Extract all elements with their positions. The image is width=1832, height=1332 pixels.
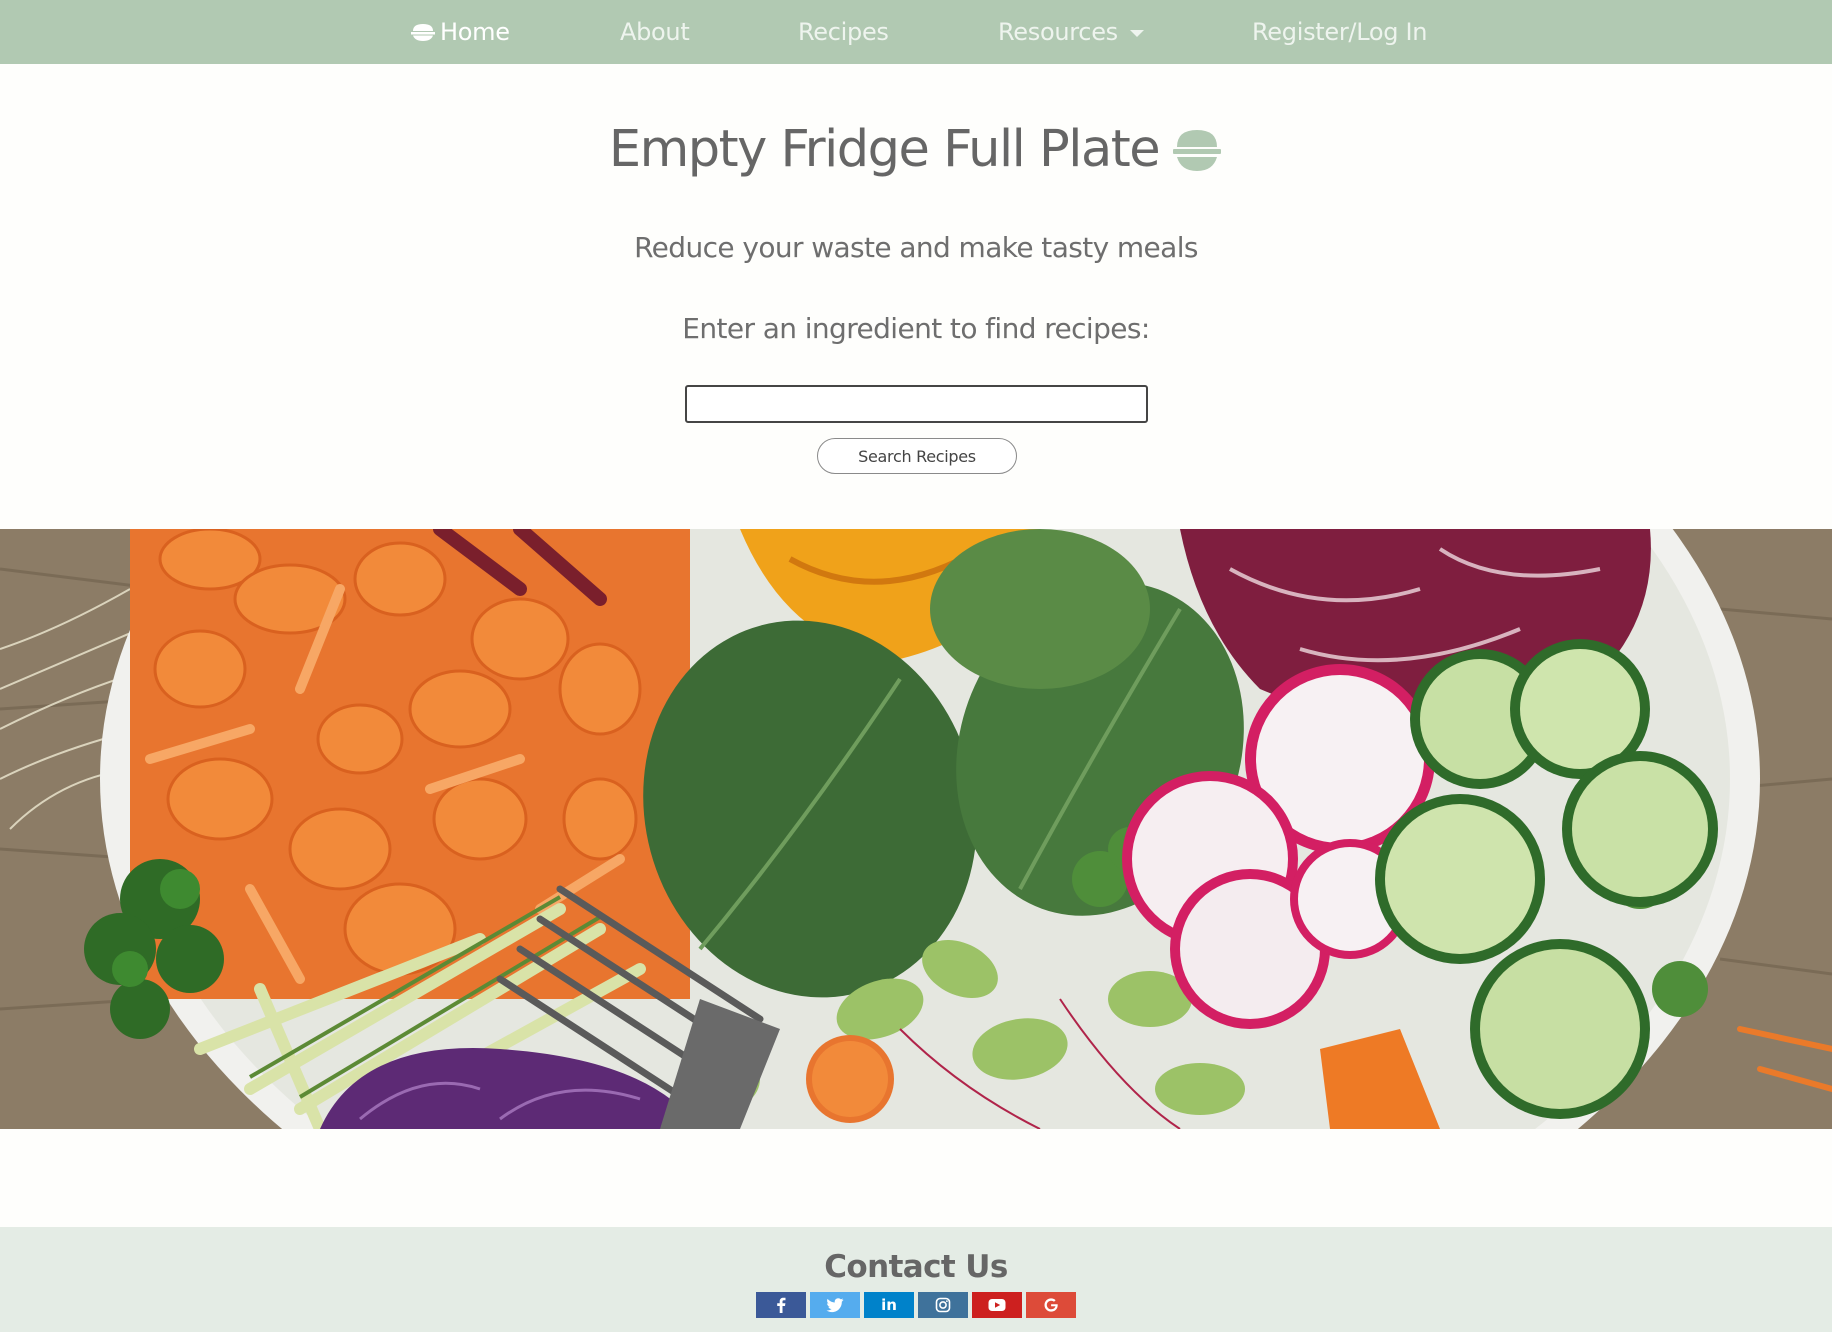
nav-register-label: Register/Log In <box>1252 18 1428 46</box>
youtube-icon <box>988 1299 1006 1311</box>
salad-photo <box>0 529 1832 1129</box>
facebook-icon <box>777 1297 786 1313</box>
instagram-icon <box>935 1297 951 1313</box>
salad-bowl-photo <box>0 529 1832 1129</box>
site-title: Empty Fridge Full Plate <box>608 120 1161 179</box>
nav-resources-label: Resources <box>998 18 1118 46</box>
ingredient-search-input[interactable] <box>685 385 1148 423</box>
nav-about-link[interactable]: About <box>620 0 690 64</box>
nav-recipes-label: Recipes <box>798 18 889 46</box>
caret-down-icon <box>1129 29 1144 37</box>
twitter-icon <box>826 1297 844 1312</box>
google-icon <box>1044 1298 1058 1312</box>
nav-recipes-link[interactable]: Recipes <box>798 0 889 64</box>
tagline: Reduce your waste and make tasty meals <box>634 231 1198 264</box>
contact-us-heading: Contact Us <box>824 1249 1008 1285</box>
nav-home-link[interactable]: Home <box>410 0 510 64</box>
nav-resources-dropdown[interactable]: Resources <box>998 0 1144 64</box>
social-links: in <box>756 1292 1076 1318</box>
search-recipes-button[interactable]: Search Recipes <box>817 438 1017 474</box>
twitter-button[interactable] <box>810 1292 860 1318</box>
page-title: Empty Fridge Full Plate <box>0 120 1832 179</box>
facebook-button[interactable] <box>756 1292 806 1318</box>
linkedin-button[interactable]: in <box>864 1292 914 1318</box>
top-navbar: Home About Recipes Resources Register/Lo… <box>0 0 1832 64</box>
salad-bowl-icon <box>1173 129 1222 171</box>
instagram-button[interactable] <box>918 1292 968 1318</box>
youtube-button[interactable] <box>972 1292 1022 1318</box>
footer: Contact Us in <box>0 1227 1832 1332</box>
google-button[interactable] <box>1026 1292 1076 1318</box>
search-prompt: Enter an ingredient to find recipes: <box>682 312 1150 345</box>
nav-register-login-link[interactable]: Register/Log In <box>1252 0 1427 64</box>
salad-bowl-icon <box>411 24 435 41</box>
nav-about-label: About <box>620 18 690 46</box>
linkedin-icon: in <box>881 1296 897 1314</box>
nav-home-label: Home <box>440 18 510 46</box>
